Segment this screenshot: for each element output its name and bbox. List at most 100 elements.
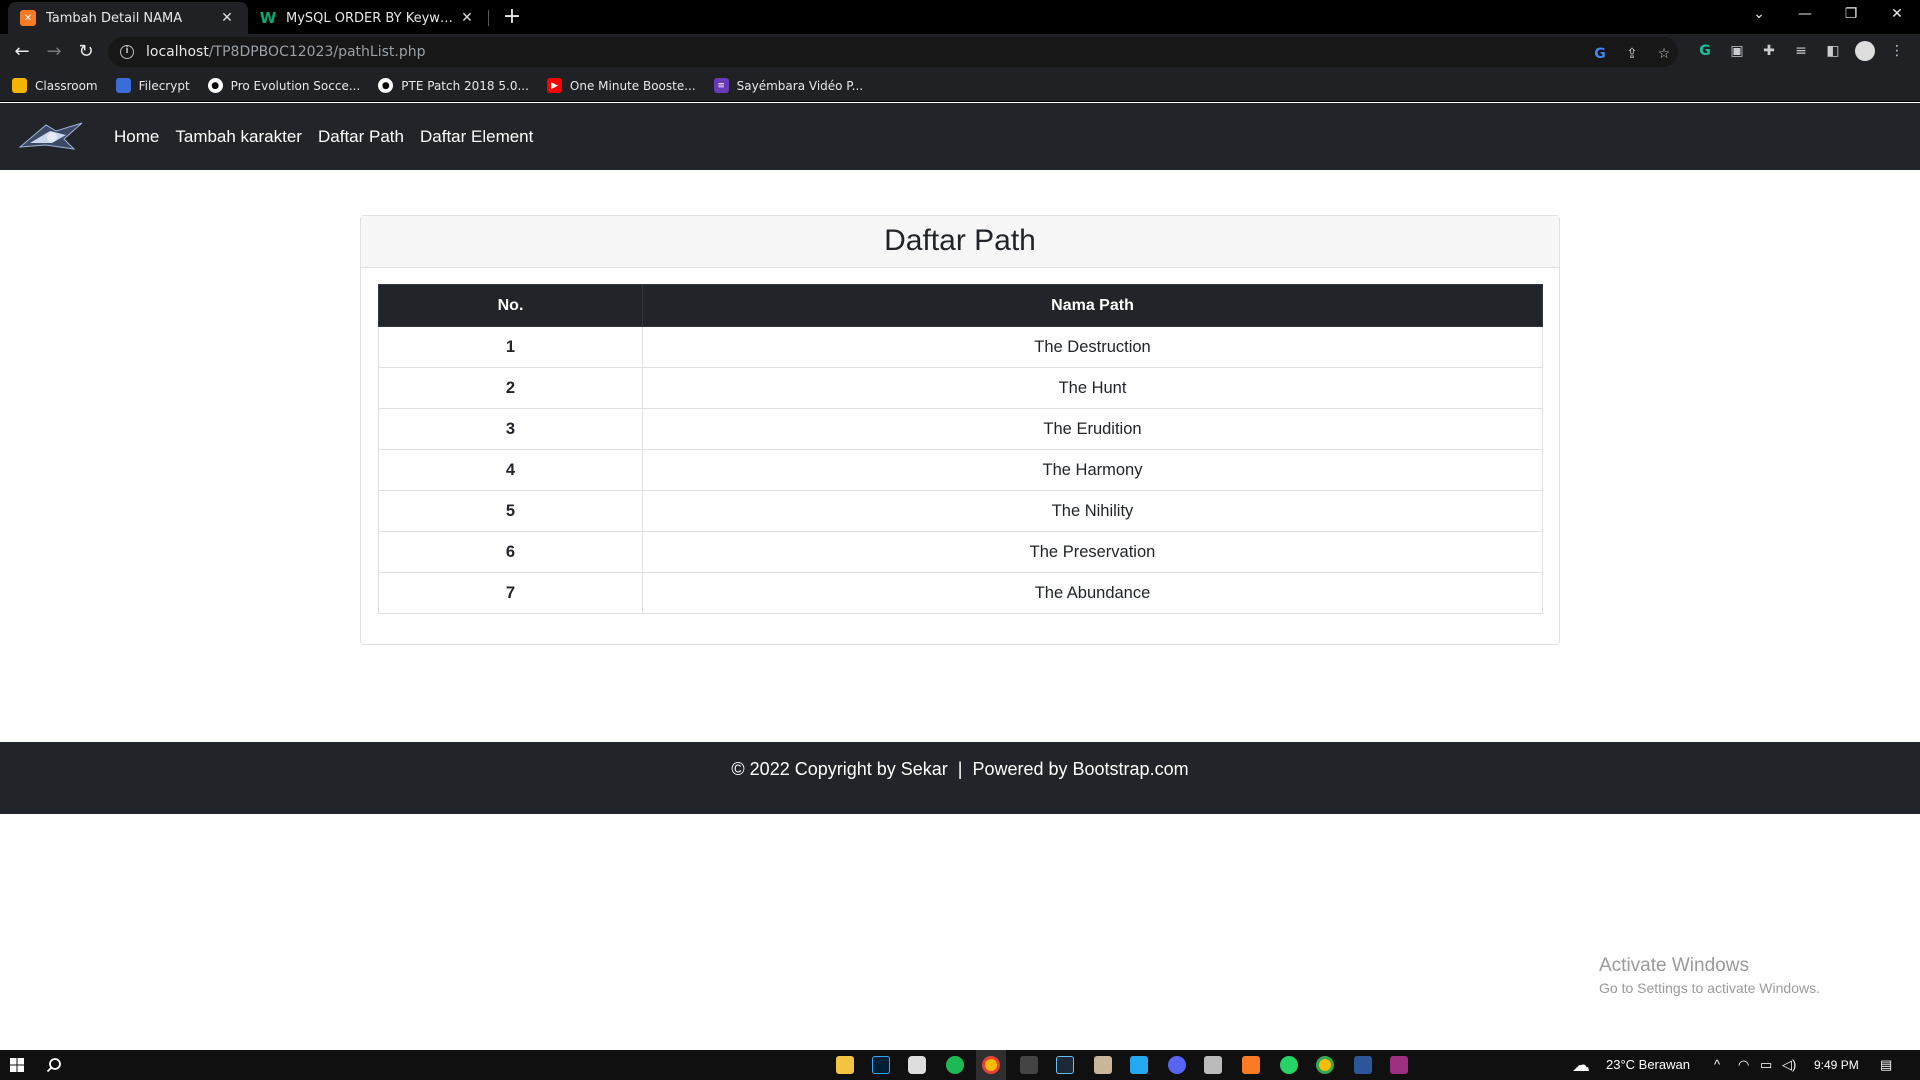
whatsapp-icon[interactable]: [1280, 1056, 1298, 1074]
nav-home[interactable]: Home: [114, 127, 159, 147]
discord-icon[interactable]: [1168, 1056, 1186, 1074]
photoshop-icon[interactable]: [872, 1056, 890, 1074]
nav-daftar-path[interactable]: Daftar Path: [318, 127, 404, 147]
cell-nama-path: The Hunt: [642, 367, 1543, 409]
steam-icon[interactable]: [1056, 1056, 1074, 1074]
windows-start-icon[interactable]: [10, 1058, 24, 1072]
share-icon[interactable]: ⇪: [1622, 44, 1642, 64]
site-info-icon[interactable]: i: [120, 45, 134, 59]
watermark-subtitle: Go to Settings to activate Windows.: [1599, 980, 1820, 996]
chrome-menu-icon[interactable]: ⋮: [1887, 41, 1907, 61]
table-row: 1 The Destruction: [378, 326, 1543, 368]
cell-no: 6: [378, 531, 643, 573]
nav-tambah-karakter[interactable]: Tambah karakter: [175, 127, 302, 147]
cell-nama-path: The Abundance: [642, 572, 1543, 614]
cell-no: 5: [378, 490, 643, 532]
extension-k-icon[interactable]: ▣: [1727, 41, 1747, 61]
table-row: 4 The Harmony: [378, 449, 1543, 491]
close-tab-icon[interactable]: ✕: [218, 10, 236, 26]
app-icon[interactable]: [1020, 1056, 1038, 1074]
app-icon[interactable]: [908, 1056, 926, 1074]
youtube-icon: ▶: [546, 78, 562, 93]
cell-no: 1: [378, 326, 643, 368]
vscode-icon[interactable]: [1130, 1056, 1148, 1074]
chevron-up-icon[interactable]: ^: [1714, 1050, 1720, 1080]
minimize-button[interactable]: —: [1782, 0, 1828, 30]
table-row: 3 The Erudition: [378, 408, 1543, 450]
path-table: No. Nama Path 1 The Destruction 2 The Hu…: [378, 284, 1543, 614]
tab-search-icon[interactable]: ⌄: [1736, 0, 1782, 30]
classroom-icon: [12, 78, 27, 93]
cell-nama-path: The Erudition: [642, 408, 1543, 450]
table-row: 6 The Preservation: [378, 531, 1543, 573]
bookmark-sayembara-video[interactable]: ≡ Sayémbara Vidéo P...: [713, 78, 864, 93]
address-bar[interactable]: i localhost /TP8DPBOC12023/pathList.php …: [108, 37, 1678, 67]
close-window-button[interactable]: ✕: [1874, 0, 1920, 30]
cell-nama-path: The Harmony: [642, 449, 1543, 491]
bookmark-classroom[interactable]: Classroom: [12, 78, 98, 93]
app-icon[interactable]: [1094, 1056, 1112, 1074]
tab-tambah-detail[interactable]: ✕ Tambah Detail NAMA ✕: [8, 2, 248, 34]
media-control-icon[interactable]: ≡: [1791, 41, 1811, 61]
grammarly-icon[interactable]: G: [1695, 41, 1715, 61]
url-host: localhost: [146, 44, 209, 60]
reload-button[interactable]: ↻: [72, 38, 100, 66]
chrome-icon[interactable]: [1316, 1056, 1334, 1074]
back-button[interactable]: ←: [8, 38, 36, 66]
bookmark-pte-patch[interactable]: ● PTE Patch 2018 5.0...: [378, 78, 529, 93]
google-lens-icon[interactable]: G: [1590, 44, 1610, 64]
nav-daftar-element[interactable]: Daftar Element: [420, 127, 533, 147]
word-icon[interactable]: [1354, 1056, 1372, 1074]
extensions-puzzle-icon[interactable]: ✚: [1759, 41, 1779, 61]
close-tab-icon[interactable]: ✕: [458, 10, 476, 26]
column-header-no: No.: [378, 284, 643, 327]
cell-no: 4: [378, 449, 643, 491]
site-logo[interactable]: [16, 117, 86, 157]
bookmark-label: Sayémbara Vidéo P...: [736, 78, 864, 93]
forward-button[interactable]: →: [40, 38, 68, 66]
cell-no: 2: [378, 367, 643, 409]
battery-icon[interactable]: ▭: [1760, 1050, 1772, 1080]
xampp-icon: ✕: [20, 10, 36, 26]
soccer-ball-icon: ●: [378, 78, 394, 93]
bookmark-star-icon[interactable]: ☆: [1654, 44, 1674, 64]
tab-title: MySQL ORDER BY Keyword: [286, 10, 458, 26]
tab-separator: [488, 10, 489, 26]
weather-text[interactable]: 23°C Berawan: [1606, 1050, 1690, 1080]
site-footer: © 2022 Copyright by Sekar | Powered by B…: [0, 742, 1920, 814]
weather-icon[interactable]: ☁: [1572, 1050, 1590, 1080]
profile-avatar[interactable]: [1855, 41, 1875, 61]
search-icon[interactable]: [46, 1057, 62, 1073]
browser-tab-strip: ✕ Tambah Detail NAMA ✕ W MySQL ORDER BY …: [0, 0, 1920, 34]
clock-time[interactable]: 9:49 PM: [1814, 1050, 1859, 1080]
bookmark-one-minute-booster[interactable]: ▶ One Minute Booste...: [546, 78, 696, 93]
table-row: 5 The Nihility: [378, 490, 1543, 532]
cell-nama-path: The Destruction: [642, 326, 1543, 368]
bookmark-filecrypt[interactable]: Filecrypt: [115, 78, 190, 93]
volume-icon[interactable]: ◁): [1782, 1050, 1796, 1080]
bookmark-label: Filecrypt: [138, 78, 190, 93]
restore-button[interactable]: ❐: [1828, 0, 1874, 30]
site-navbar: Home Tambah karakter Daftar Path Daftar …: [0, 103, 1920, 170]
bookmark-label: One Minute Booste...: [569, 78, 696, 93]
winrar-icon[interactable]: [1390, 1056, 1408, 1074]
app-icon[interactable]: [1204, 1056, 1222, 1074]
tab-mysql-order-by[interactable]: W MySQL ORDER BY Keyword ✕: [248, 2, 488, 34]
xampp-icon[interactable]: [1242, 1056, 1260, 1074]
wifi-icon[interactable]: ◠: [1738, 1050, 1749, 1080]
notification-icon[interactable]: ▤: [1880, 1050, 1892, 1080]
chrome-icon[interactable]: [982, 1056, 1000, 1074]
w3schools-icon: W: [259, 9, 277, 27]
soccer-ball-icon: ●: [207, 78, 223, 93]
spotify-icon[interactable]: [946, 1056, 964, 1074]
new-tab-button[interactable]: +: [498, 4, 526, 32]
bookmark-pro-evolution-soccer[interactable]: ● Pro Evolution Socce...: [207, 78, 360, 93]
cell-nama-path: The Nihility: [642, 490, 1543, 532]
cell-nama-path: The Preservation: [642, 531, 1543, 573]
side-panel-icon[interactable]: ◧: [1823, 41, 1843, 61]
file-explorer-icon[interactable]: [836, 1056, 854, 1074]
bookmarks-bar: Classroom Filecrypt ● Pro Evolution Socc…: [0, 70, 1920, 102]
tab-title: Tambah Detail NAMA: [46, 10, 183, 26]
table-row: 2 The Hunt: [378, 367, 1543, 409]
url-path: /TP8DPBOC12023/pathList.php: [208, 44, 426, 60]
